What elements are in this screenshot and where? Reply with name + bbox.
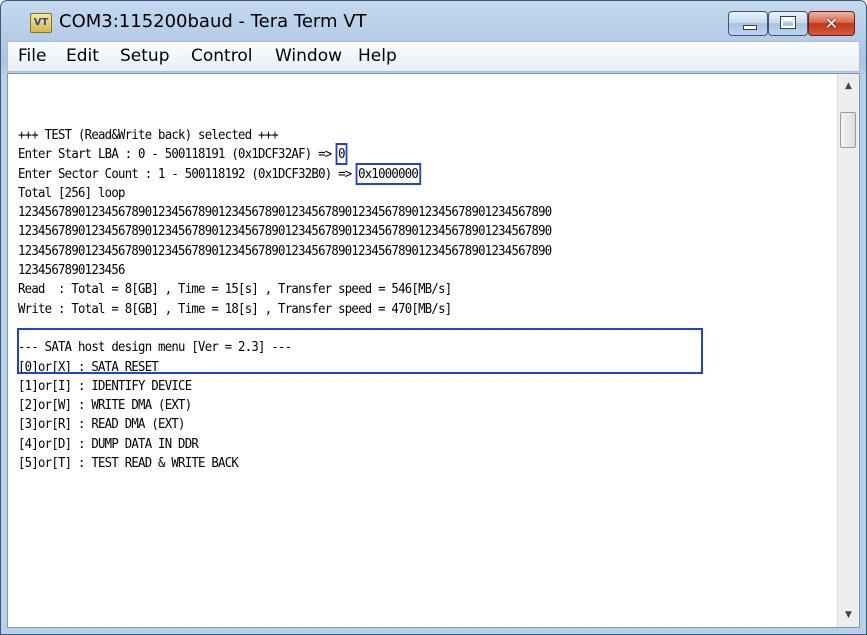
terminal-line: --- SATA host design menu [Ver = 2.3] --… bbox=[18, 338, 757, 357]
terminal-text: [1]or[I] : IDENTIFY DEVICE bbox=[18, 377, 192, 394]
terminal-line: +++ TEST (Read&Write back) selected +++ bbox=[18, 126, 757, 145]
menu-help[interactable]: Help bbox=[358, 46, 397, 66]
minimize-icon bbox=[743, 25, 757, 30]
menu-setup[interactable]: Setup bbox=[120, 46, 169, 66]
menu-window[interactable]: Window bbox=[275, 46, 342, 66]
menu-file[interactable]: File bbox=[18, 46, 46, 66]
scroll-up-arrow-icon[interactable]: ▲ bbox=[838, 76, 859, 96]
terminal-text: --- SATA host design menu [Ver = 2.3] --… bbox=[18, 339, 292, 356]
terminal-output[interactable]: +++ TEST (Read&Write back) selected +++ E… bbox=[18, 126, 757, 626]
terminal-line: [1]or[I] : IDENTIFY DEVICE bbox=[18, 377, 757, 396]
terminal-text: 1234567890123456789012345678901234567890… bbox=[18, 242, 552, 259]
terminal-line: [4]or[D] : DUMP DATA IN DDR bbox=[18, 435, 757, 454]
terminal-line: Enter Sector Count : 1 - 500118192 (0x1D… bbox=[18, 162, 757, 185]
terminal-text: Total [256] loop bbox=[18, 184, 125, 201]
title-bar[interactable]: VT COM3:115200baud - Tera Term VT ✕ bbox=[1, 1, 866, 41]
terminal-line: [0]or[X] : SATA RESET bbox=[18, 358, 757, 377]
close-icon: ✕ bbox=[824, 14, 839, 33]
minimize-button[interactable] bbox=[728, 11, 768, 36]
terminal-line: [3]or[R] : READ DMA (EXT) bbox=[18, 415, 757, 434]
window-title: COM3:115200baud - Tera Term VT bbox=[59, 11, 367, 32]
terminal-text: 1234567890123456 bbox=[18, 262, 125, 279]
terminal-text: 1234567890123456789012345678901234567890… bbox=[18, 223, 552, 240]
maximize-button[interactable] bbox=[768, 11, 808, 36]
terminal-text: Enter Start LBA : 0 - 500118191 (0x1DCF3… bbox=[18, 146, 339, 163]
menu-control[interactable]: Control bbox=[191, 46, 252, 66]
terminal-text: Write : Total = 8[GB] , Time = 18[s] , T… bbox=[18, 300, 452, 317]
close-button[interactable]: ✕ bbox=[808, 11, 855, 36]
scroll-thumb[interactable] bbox=[840, 112, 856, 148]
terminal-line: Write : Total = 8[GB] , Time = 18[s] , T… bbox=[18, 300, 757, 319]
tera-term-app-icon[interactable]: VT bbox=[30, 13, 52, 33]
terminal-text: Enter Sector Count : 1 - 500118192 (0x1D… bbox=[18, 165, 359, 182]
terminal-text: +++ TEST (Read&Write back) selected +++ bbox=[18, 127, 279, 143]
tera-term-window: VT COM3:115200baud - Tera Term VT ✕ File… bbox=[0, 0, 867, 635]
terminal-text: Read : Total = 8[GB] , Time = 15[s] , Tr… bbox=[18, 281, 452, 298]
terminal-area[interactable]: +++ TEST (Read&Write back) selected +++ E… bbox=[7, 73, 860, 628]
terminal-text: [0]or[X] : SATA RESET bbox=[18, 358, 159, 375]
maximize-icon bbox=[780, 16, 796, 29]
terminal-line: Read : Total = 8[GB] , Time = 15[s] , Tr… bbox=[18, 280, 757, 299]
terminal-line: 1234567890123456789012345678901234567890… bbox=[18, 222, 757, 241]
menu-bar: File Edit Setup Control Window Help bbox=[7, 41, 860, 72]
scroll-down-arrow-icon[interactable]: ▼ bbox=[838, 605, 859, 625]
terminal-line: [5]or[T] : TEST READ & WRITE BACK bbox=[18, 454, 757, 473]
terminal-line: 1234567890123456789012345678901234567890… bbox=[18, 242, 757, 261]
terminal-line: 1234567890123456789012345678901234567890… bbox=[18, 203, 757, 222]
terminal-line: Total [256] loop bbox=[18, 184, 757, 203]
terminal-line: Enter Start LBA : 0 - 500118191 (0x1DCF3… bbox=[18, 143, 757, 166]
terminal-text: [3]or[R] : READ DMA (EXT) bbox=[18, 416, 185, 433]
vertical-scrollbar[interactable]: ▲ ▼ bbox=[837, 74, 859, 627]
terminal-text: [5]or[T] : TEST READ & WRITE BACK bbox=[18, 455, 239, 472]
terminal-text: [2]or[W] : WRITE DMA (EXT) bbox=[18, 397, 192, 414]
terminal-line: [2]or[W] : WRITE DMA (EXT) bbox=[18, 396, 757, 415]
terminal-line: 1234567890123456 bbox=[18, 261, 757, 280]
terminal-text: [4]or[D] : DUMP DATA IN DDR bbox=[18, 435, 199, 452]
highlighted-input-value: 0 bbox=[335, 143, 348, 166]
menu-edit[interactable]: Edit bbox=[66, 46, 99, 66]
highlighted-input-value: 0x1000000 bbox=[355, 162, 421, 185]
terminal-text: 1234567890123456789012345678901234567890… bbox=[18, 204, 552, 221]
